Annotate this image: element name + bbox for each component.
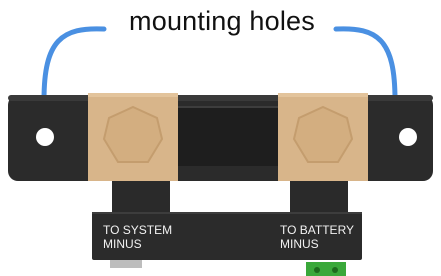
right-connector (306, 262, 346, 276)
left-connector (110, 260, 142, 268)
right-mounting-hole (399, 128, 417, 146)
battery-minus-label: TO BATTERY MINUS (280, 223, 354, 251)
system-minus-label: TO SYSTEM MINUS (103, 223, 172, 251)
system-minus-line2: MINUS (103, 237, 142, 251)
left-arrow (41, 26, 107, 103)
right-arrow (333, 26, 398, 103)
battery-minus-line2: MINUS (280, 237, 319, 251)
left-bolt (102, 105, 164, 163)
system-minus-line1: TO SYSTEM (103, 223, 173, 237)
center-resistor (176, 106, 280, 166)
battery-minus-line1: TO BATTERY (280, 223, 355, 237)
right-bolt (292, 105, 354, 163)
shunt-diagram (8, 26, 433, 276)
left-mounting-hole (36, 128, 54, 146)
